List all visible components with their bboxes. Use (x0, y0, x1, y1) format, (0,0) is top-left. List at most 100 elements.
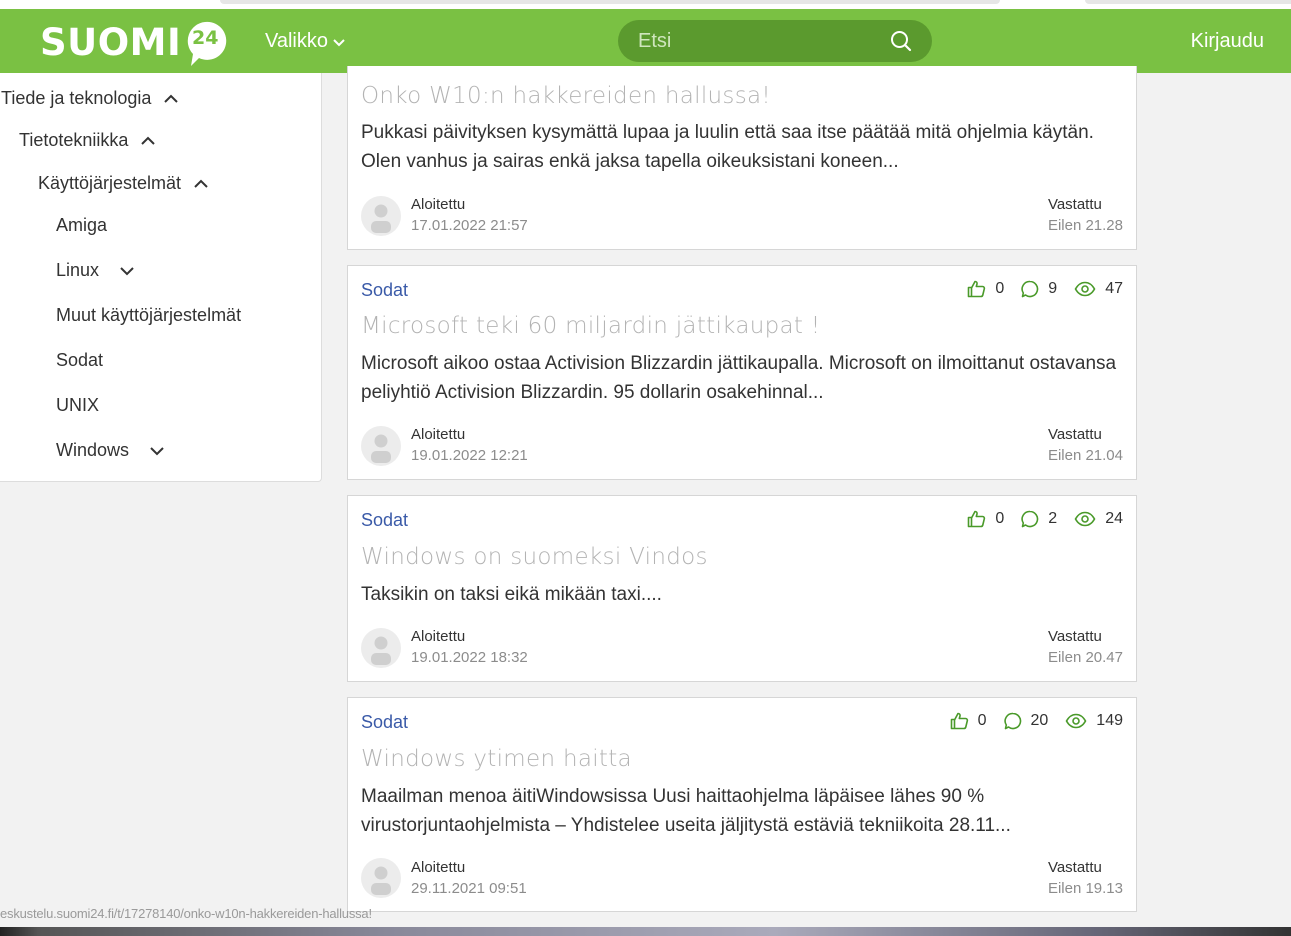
sidebar-item-label: Tietotekniikka (19, 130, 129, 150)
replied-label: Vastattu (1047, 426, 1102, 443)
sidebar-item-kayttojarjestelmat[interactable]: Käyttöjärjestelmät (38, 173, 209, 194)
chevron-up-icon[interactable] (140, 136, 156, 146)
thread-stats: 0 2 24 (950, 510, 1123, 528)
thread-started: Aloitettu 29.11.2021 09:51 (411, 857, 527, 899)
avatar (361, 426, 401, 466)
thread-card[interactable]: Sodat 0 20 149 Windows ytimen haitta Maa… (347, 697, 1137, 912)
eye-icon (1065, 713, 1087, 729)
browser-status-url: eskustelu.suomi24.fi/t/17278140/onko-w10… (0, 906, 372, 921)
thread-started: Aloitettu 19.01.2022 18:32 (411, 626, 528, 668)
views-stat: 24 (1074, 510, 1123, 528)
started-label: Aloitettu (411, 628, 466, 645)
sidebar-item-unix[interactable]: UNIX (56, 395, 99, 416)
thread-title[interactable]: Onko W10:n hakkereiden hallussa! (361, 83, 771, 109)
thumbs-up-icon (968, 280, 986, 298)
comments-stat[interactable]: 9 (1021, 280, 1057, 298)
comments-count: 9 (1048, 280, 1058, 297)
sidebar-item-linux[interactable]: Linux (56, 260, 135, 281)
sidebar-item-label: Linux (56, 260, 100, 280)
sidebar-item-label: Käyttöjärjestelmät (38, 173, 182, 193)
thread-started: Aloitettu 19.01.2022 12:21 (411, 424, 528, 466)
thread-category[interactable]: Sodat (361, 712, 408, 733)
thread-excerpt: Taksikin on taksi eikä mikään taxi.... (361, 584, 662, 605)
thumbs-up-icon (950, 712, 968, 730)
thread-category[interactable]: Sodat (361, 510, 408, 531)
likes-stat[interactable]: 0 (967, 510, 1004, 528)
thread-started: Aloitettu 17.01.2022 21:57 (411, 194, 528, 236)
thread-category[interactable]: Sodat (361, 280, 408, 301)
thread-title[interactable]: Microsoft teki 60 miljardin jättikaupat … (361, 313, 820, 339)
thread-title[interactable]: Windows ytimen haitta (361, 746, 632, 772)
comments-stat[interactable]: 20 (1003, 712, 1049, 730)
sidebar-item-label: UNIX (56, 395, 100, 415)
thread-stats: 0 9 47 (950, 280, 1123, 298)
sidebar-item-windows[interactable]: Windows (56, 440, 165, 461)
started-label: Aloitettu (411, 196, 466, 213)
views-count: 24 (1105, 510, 1123, 527)
chevron-down-icon[interactable] (119, 266, 135, 276)
started-date: 17.01.2022 21:57 (411, 217, 528, 234)
comments-stat[interactable]: 2 (1021, 510, 1057, 528)
avatar (361, 858, 401, 898)
sidebar-item-tietotekniikka[interactable]: Tietotekniikka (19, 130, 156, 151)
avatar (361, 196, 401, 236)
chevron-up-icon[interactable] (193, 179, 209, 189)
user-placeholder-icon (371, 434, 391, 463)
browser-top-strip (0, 0, 1291, 9)
views-count: 47 (1105, 280, 1123, 297)
replied-date: Eilen 21.04 (1047, 447, 1123, 464)
sidebar-item-label: Muut käyttöjärjestelmät (56, 305, 242, 325)
search-input[interactable] (618, 29, 868, 53)
likes-stat[interactable]: 0 (950, 712, 987, 730)
thread-card[interactable]: Sodat 0 2 24 Windows on suomeksi Vindos … (347, 495, 1137, 682)
login-button[interactable]: Kirjaudu (1191, 30, 1264, 53)
likes-count: 0 (995, 280, 1005, 297)
avatar (361, 628, 401, 668)
browser-scroll-shadow (220, 0, 1000, 4)
site-logo[interactable]: SUOMI 24 (40, 18, 231, 66)
logo-badge-number: 24 (192, 27, 219, 49)
started-date: 19.01.2022 18:32 (411, 649, 528, 666)
sidebar: Tiede ja teknologia Tietotekniikka Käytt… (0, 73, 322, 482)
comments-count: 20 (1030, 712, 1049, 729)
thread-card[interactable]: Onko W10:n hakkereiden hallussa! Pukkasi… (347, 66, 1137, 250)
chevron-down-icon[interactable] (149, 446, 165, 456)
likes-stat[interactable]: 0 (967, 280, 1004, 298)
thread-excerpt: Microsoft aikoo ostaa Activision Blizzar… (361, 353, 1117, 403)
views-count: 149 (1096, 712, 1123, 729)
user-placeholder-icon (371, 636, 391, 665)
sidebar-item-muut-kayttojarjestelmat[interactable]: Muut käyttöjärjestelmät (56, 305, 241, 326)
chevron-down-icon (333, 39, 345, 47)
thread-replied: Vastattu Eilen 21.04 (1048, 424, 1123, 466)
views-stat: 47 (1074, 280, 1123, 298)
comment-bubble-icon (1021, 280, 1039, 298)
menu-button[interactable]: Valikko (265, 30, 346, 53)
comment-bubble-icon (1003, 712, 1021, 730)
replied-date: Eilen 20.47 (1047, 649, 1123, 666)
thread-title[interactable]: Windows on suomeksi Vindos (361, 544, 708, 570)
sidebar-item-tiede-ja-teknologia[interactable]: Tiede ja teknologia (1, 88, 179, 109)
replied-date: Eilen 21.28 (1047, 217, 1123, 234)
replied-date: Eilen 19.13 (1047, 880, 1123, 897)
thread-replied: Vastattu Eilen 19.13 (1048, 857, 1123, 899)
eye-icon (1074, 511, 1096, 527)
started-date: 19.01.2022 12:21 (411, 447, 528, 464)
taskbar-strip (0, 927, 1291, 936)
sidebar-item-label: Sodat (56, 350, 104, 370)
search-box (618, 20, 932, 62)
chevron-up-icon[interactable] (163, 94, 179, 104)
thread-excerpt: Maailman menoa äitiWindowsissa Uusi hait… (361, 786, 1011, 836)
user-placeholder-icon (371, 866, 391, 895)
sidebar-item-sodat[interactable]: Sodat (56, 350, 103, 371)
thread-excerpt: Pukkasi päivityksen kysymättä lupaa ja l… (361, 122, 1094, 172)
replied-label: Vastattu (1047, 859, 1102, 876)
sidebar-item-amiga[interactable]: Amiga (56, 215, 107, 236)
likes-count: 0 (977, 712, 987, 729)
thread-replied: Vastattu Eilen 21.28 (1048, 194, 1123, 236)
views-stat: 149 (1065, 712, 1123, 730)
sidebar-item-label: Amiga (56, 215, 108, 235)
site-header: SUOMI 24 Valikko Kirjaudu (0, 9, 1291, 73)
sidebar-item-label: Tiede ja teknologia (1, 88, 152, 108)
search-icon[interactable] (890, 30, 912, 52)
thread-card[interactable]: Sodat 0 9 47 Microsoft teki 60 miljardin… (347, 265, 1137, 480)
